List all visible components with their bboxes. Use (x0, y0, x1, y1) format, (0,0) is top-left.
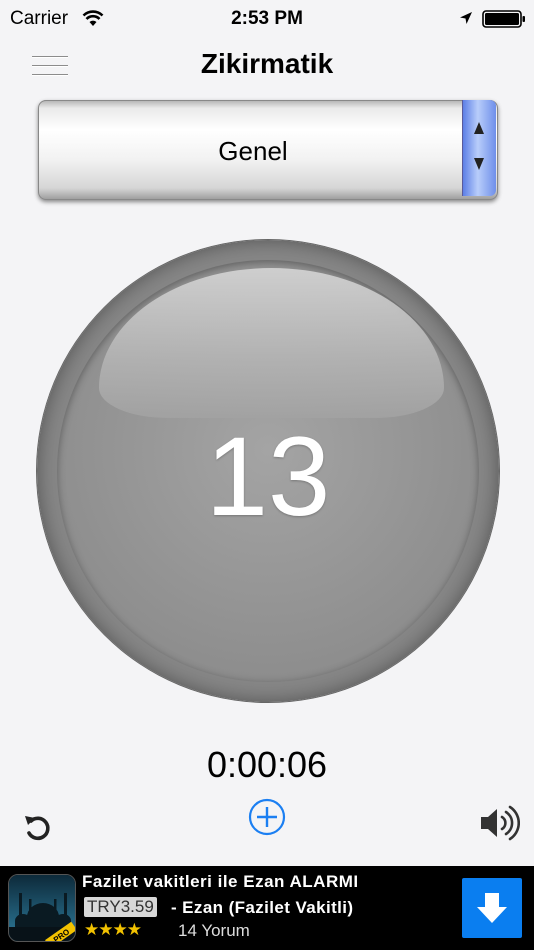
location-arrow-icon (460, 12, 472, 24)
battery-icon (482, 10, 525, 28)
ad-banner[interactable]: PRO Fazilet vakitleri ile Ezan ALARMI TR… (0, 866, 534, 950)
ad-subtitle: - Ezan (Fazilet Vakitli) (171, 898, 354, 917)
ad-title: Fazilet vakitleri ile Ezan ALARMI (82, 872, 359, 891)
status-time: 2:53 PM (231, 8, 303, 29)
ad-price: TRY3.59 (84, 897, 157, 917)
mosque-icon: PRO (9, 875, 75, 941)
up-down-spinner-icon[interactable] (462, 100, 496, 196)
button-gloss (99, 268, 444, 418)
counter-button[interactable]: 13 (37, 240, 499, 702)
review-count: 14 Yorum (178, 921, 250, 940)
download-arrow-icon (477, 893, 507, 923)
arrow-up-icon (474, 122, 484, 134)
elapsed-timer: 0:00:06 (206, 744, 328, 785)
page-title: Zikirmatik (200, 48, 334, 79)
ad-app-icon: PRO (8, 874, 76, 942)
speaker-icon[interactable] (478, 804, 520, 842)
reset-icon[interactable] (22, 812, 54, 844)
picker-selected-value: Genel (218, 136, 288, 166)
count-value: 13 (205, 414, 331, 539)
plus-circle-icon[interactable] (248, 798, 286, 836)
status-bar: Carrier 2:53 PM (0, 0, 534, 38)
arrow-down-icon (474, 158, 484, 170)
download-button[interactable] (462, 878, 522, 938)
category-picker[interactable]: Genel (38, 100, 498, 200)
rating-stars: ★★★★ (84, 920, 142, 939)
